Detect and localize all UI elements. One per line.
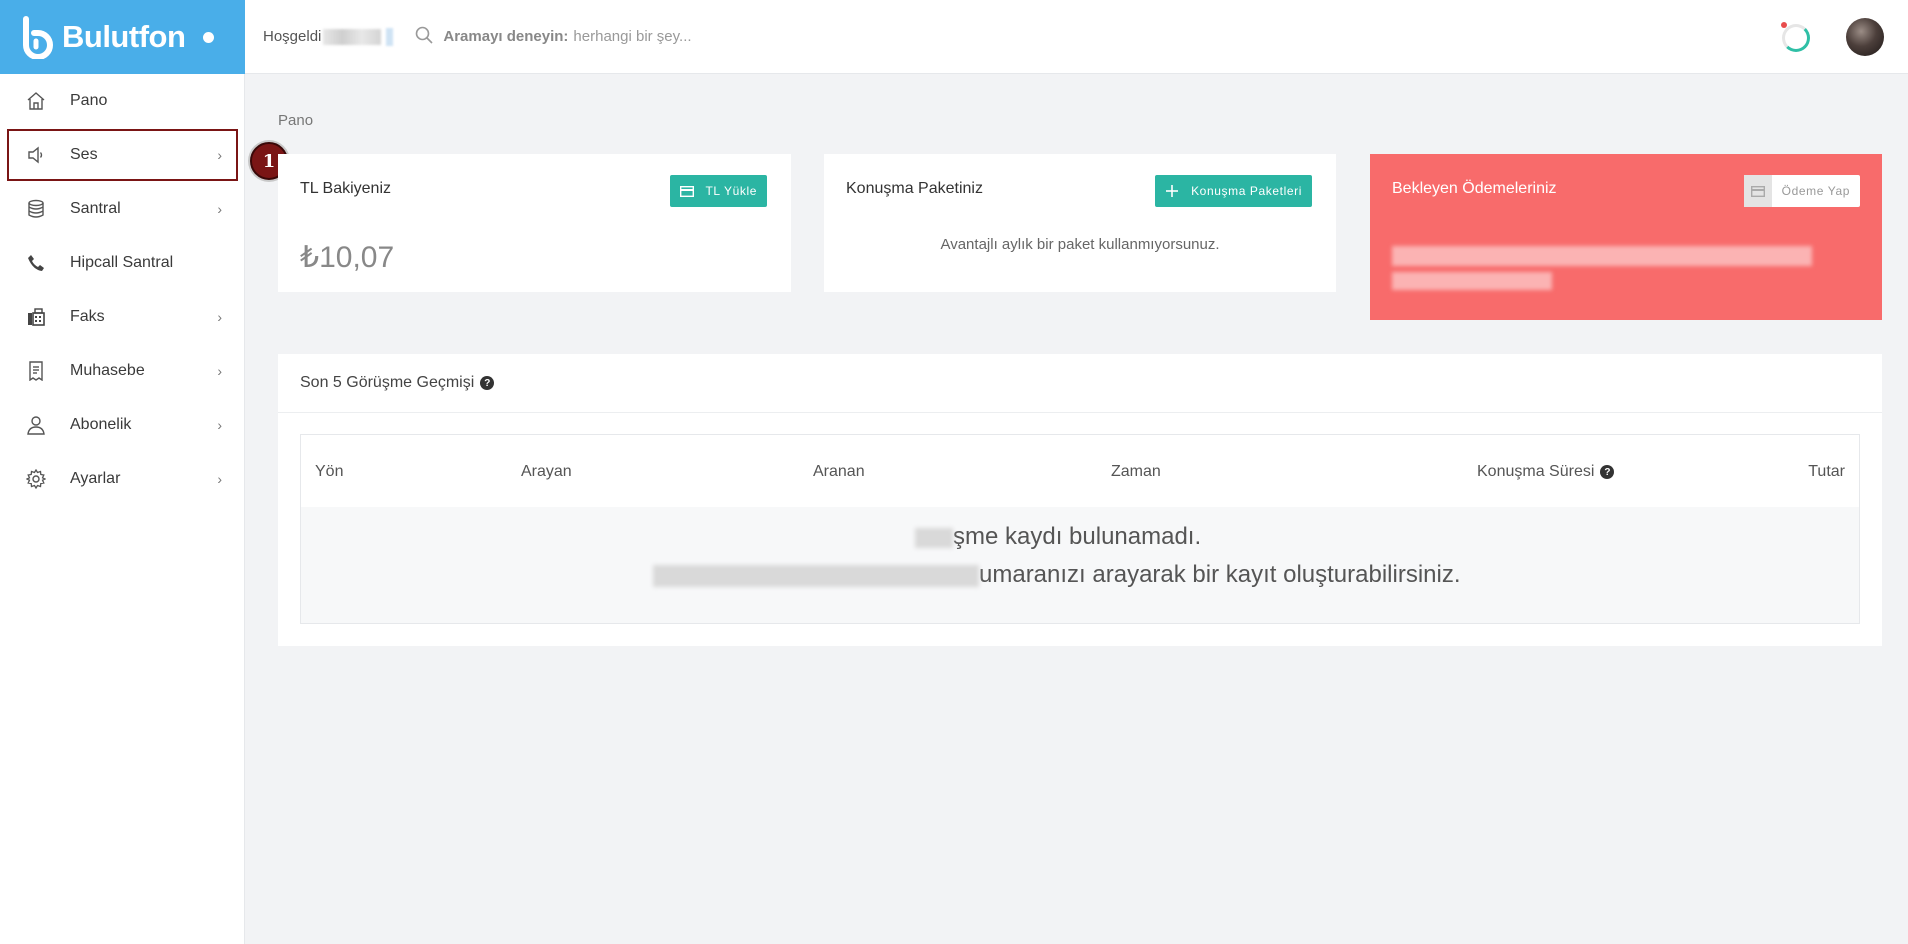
sidebar-item-label: Hipcall Santral	[70, 254, 174, 271]
chevron-right-icon: ›	[217, 147, 222, 163]
column-header-yon[interactable]: Yön	[315, 463, 343, 481]
redacted-username	[323, 28, 382, 45]
sidebar-item-label: Faks	[70, 308, 105, 325]
sidebar-item-abonelik[interactable]: Abonelik ›	[0, 398, 244, 452]
redacted-mark	[386, 27, 394, 46]
talk-packages-button[interactable]: Konuşma Paketleri	[1155, 175, 1312, 207]
sidebar-item-muhasebe[interactable]: Muhasebe ›	[0, 344, 244, 398]
sidebar-item-label: Ayarlar	[70, 470, 121, 487]
welcome-label: Hoşgeldi	[263, 28, 322, 45]
empty-state-text-2: umaranızı arayarak bir kayıt oluşturabil…	[979, 561, 1461, 588]
table-header: Yön Arayan Aranan Zaman Konuşma Süresi ?…	[301, 435, 1859, 507]
redacted-payment-text	[1392, 246, 1812, 266]
column-header-konusma-suresi[interactable]: Konuşma Süresi ?	[1477, 463, 1615, 481]
column-header-arayan[interactable]: Arayan	[521, 463, 572, 481]
bulutfon-logo-icon	[18, 15, 58, 60]
redacted-payment-text	[1392, 272, 1552, 290]
sidebar-item-label: Pano	[70, 92, 108, 109]
sidebar-item-label: Santral	[70, 200, 121, 217]
menu-toggle-dot[interactable]	[203, 31, 215, 43]
divider	[278, 412, 1882, 413]
search-icon	[415, 26, 433, 48]
call-history-title: Son 5 Görüşme Geçmişi ?	[300, 374, 495, 392]
sidebar-item-hipcall-santral[interactable]: Hipcall Santral	[0, 236, 244, 290]
sidebar-item-santral[interactable]: Santral ›	[0, 182, 244, 236]
column-header-aranan[interactable]: Aranan	[813, 463, 865, 481]
empty-state-line-2: umaranızı arayarak bir kayıt oluşturabil…	[653, 561, 1461, 589]
credit-card-icon	[679, 184, 694, 198]
avatar[interactable]	[1846, 18, 1884, 56]
home-icon	[24, 89, 48, 113]
redacted-phone-number	[653, 564, 979, 587]
search-input[interactable]: herhangi bir şey...	[573, 28, 691, 45]
chevron-right-icon: ›	[217, 309, 222, 325]
receipt-icon	[24, 359, 48, 383]
package-card: Konuşma Paketiniz Konuşma Paketleri Avan…	[824, 154, 1336, 292]
chevron-right-icon: ›	[217, 471, 222, 487]
top-bar: Hoşgeldi Aramayı deneyin: herhangi bir ş…	[245, 0, 1908, 74]
empty-state-text-1: şme kaydı bulunamadı.	[953, 523, 1202, 550]
user-icon	[24, 413, 48, 437]
package-title: Konuşma Paketiniz	[846, 180, 983, 197]
search-bar[interactable]: Aramayı deneyin: herhangi bir şey...	[415, 26, 692, 48]
sidebar: Pano Ses › Santral › Hipcall Santral Fak…	[0, 74, 245, 944]
call-history-title-text: Son 5 Görüşme Geçmişi	[300, 374, 475, 391]
credit-card-icon	[1743, 175, 1772, 207]
plus-icon	[1165, 184, 1179, 198]
talk-packages-label: Konuşma Paketleri	[1191, 184, 1302, 198]
phone-icon	[24, 251, 48, 275]
pay-button[interactable]: Ödeme Yap	[1743, 175, 1860, 207]
sidebar-item-pano[interactable]: Pano	[0, 74, 244, 128]
pending-payments-title: Bekleyen Ödemeleriniz	[1392, 180, 1557, 197]
gear-icon	[24, 467, 48, 491]
sidebar-item-ses[interactable]: Ses ›	[6, 128, 239, 182]
call-history-table: Yön Arayan Aranan Zaman Konuşma Süresi ?…	[300, 434, 1860, 624]
search-label: Aramayı deneyin:	[443, 28, 569, 45]
table-body-empty: şme kaydı bulunamadı. umaranızı arayarak…	[301, 507, 1859, 623]
sidebar-item-faks[interactable]: Faks ›	[0, 290, 244, 344]
pending-payments-card: Bekleyen Ödemeleriniz Ödeme Yap	[1370, 154, 1882, 320]
help-icon[interactable]: ?	[1600, 465, 1615, 479]
package-message: Avantajlı aylık bir paket kullanmıyorsun…	[940, 236, 1220, 253]
empty-state-line-1: şme kaydı bulunamadı.	[915, 523, 1201, 551]
breadcrumb: Pano	[278, 112, 314, 129]
balance-amount: ₺10,07	[300, 241, 395, 274]
load-tl-label: TL Yükle	[705, 184, 757, 198]
redacted-text	[915, 527, 953, 548]
column-header-tutar[interactable]: Tutar	[1808, 463, 1845, 481]
chevron-right-icon: ›	[217, 363, 222, 379]
balance-card: TL Bakiyeniz TL Yükle ₺10,07	[278, 154, 791, 292]
speaker-icon	[24, 143, 48, 167]
pay-label: Ödeme Yap	[1781, 184, 1850, 198]
logo-bar[interactable]: Bulutfon	[0, 0, 245, 74]
database-icon	[24, 197, 48, 221]
sidebar-item-label: Muhasebe	[70, 362, 145, 379]
sidebar-item-label: Ses	[70, 146, 98, 163]
call-history-panel: Son 5 Görüşme Geçmişi ? Yön Arayan Arana…	[278, 354, 1882, 646]
loading-spinner-icon	[1782, 24, 1810, 52]
chevron-right-icon: ›	[217, 417, 222, 433]
sidebar-item-label: Abonelik	[70, 416, 132, 433]
column-header-zaman[interactable]: Zaman	[1111, 463, 1161, 481]
brand-name: Bulutfon	[62, 19, 186, 54]
help-icon[interactable]: ?	[480, 376, 495, 390]
balance-title: TL Bakiyeniz	[300, 180, 391, 197]
welcome-text: Hoşgeldi	[263, 27, 394, 46]
sidebar-item-ayarlar[interactable]: Ayarlar ›	[0, 452, 244, 506]
chevron-right-icon: ›	[217, 201, 222, 217]
load-tl-button[interactable]: TL Yükle	[669, 175, 767, 207]
column-header-label: Konuşma Süresi	[1477, 463, 1595, 480]
fax-icon	[24, 305, 48, 329]
